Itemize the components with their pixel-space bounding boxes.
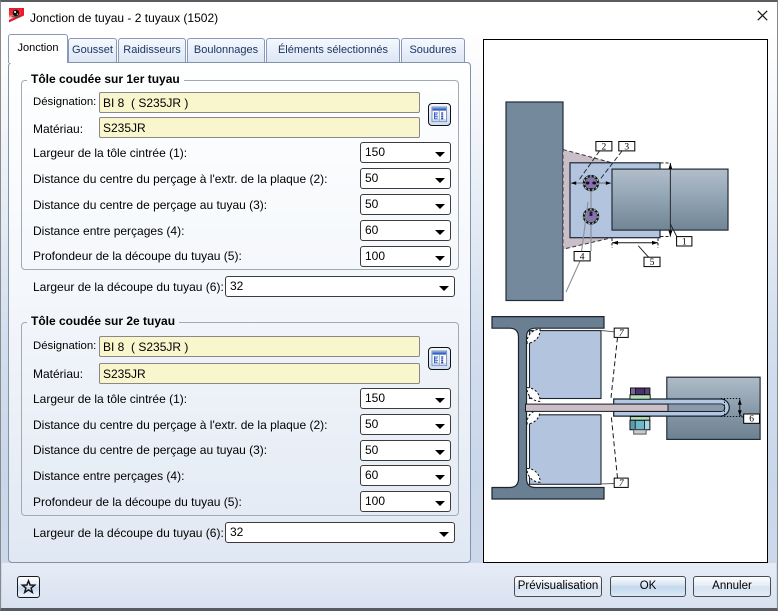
svg-text:2: 2 xyxy=(602,142,607,152)
svg-text:4: 4 xyxy=(580,252,585,262)
svg-text:6: 6 xyxy=(749,415,754,425)
svg-text:1: 1 xyxy=(682,237,687,247)
svg-text:3: 3 xyxy=(624,142,629,152)
svg-text:5: 5 xyxy=(650,258,655,268)
